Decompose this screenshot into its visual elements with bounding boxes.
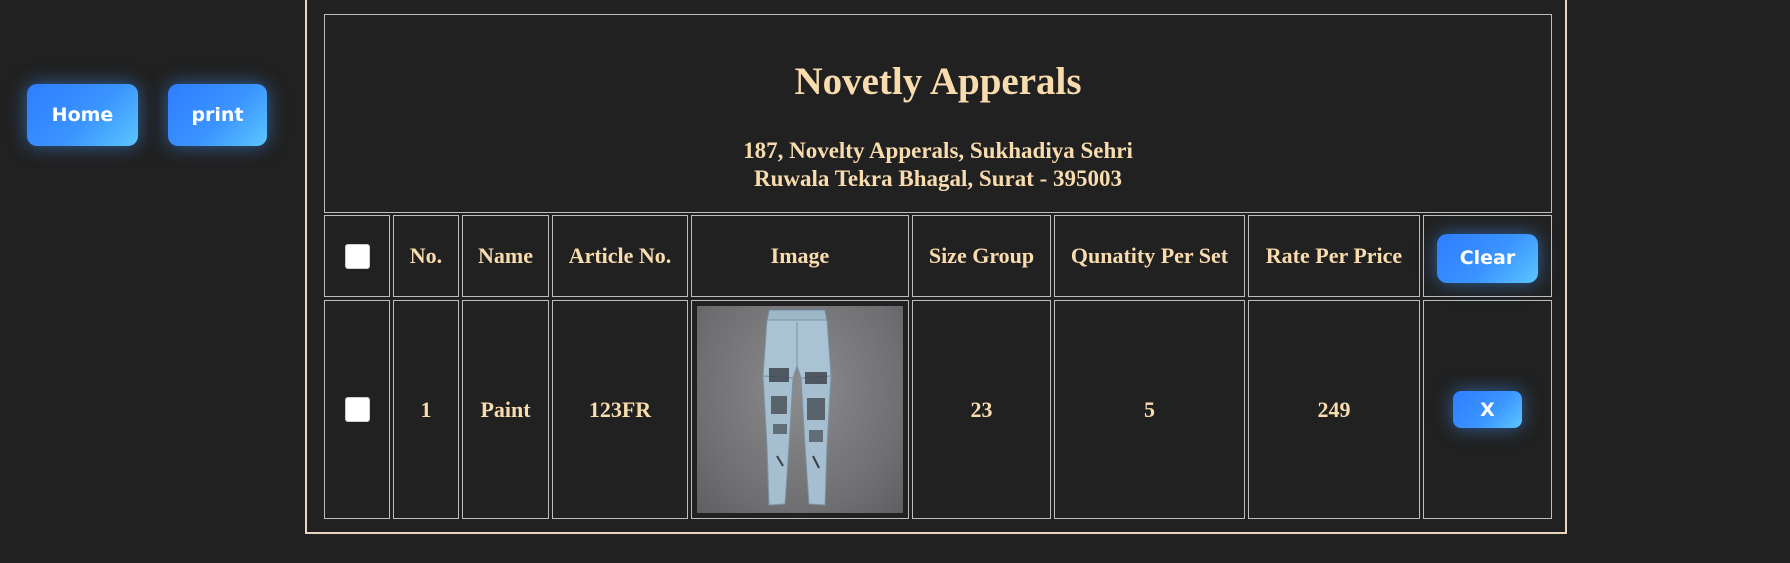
row-action-cell: X <box>1423 300 1552 519</box>
print-button[interactable]: print <box>168 84 267 146</box>
clear-button[interactable]: Clear <box>1437 233 1538 283</box>
company-name: Novetly Apperals <box>794 60 1082 103</box>
row-quantity-per-set: 5 <box>1054 300 1245 519</box>
select-all-checkbox[interactable] <box>344 243 370 269</box>
header-action-cell: Clear <box>1423 215 1552 297</box>
column-header-name: Name <box>462 215 549 297</box>
address-line-1: 187, Novelty Apperals, Sukhadiya Sehri <box>743 138 1133 163</box>
row-article-no: 123FR <box>552 300 688 519</box>
column-header-no: No. <box>393 215 459 297</box>
column-header-quantity-per-set: Qunatity Per Set <box>1054 215 1245 297</box>
remove-row-button[interactable]: X <box>1453 391 1522 428</box>
row-checkbox[interactable] <box>344 397 370 422</box>
row-size-group: 23 <box>912 300 1051 519</box>
row-select-cell <box>324 300 390 519</box>
column-header-article-no: Article No. <box>552 215 688 297</box>
row-no: 1 <box>393 300 459 519</box>
invoice-header: Novetly Apperals 187, Novelty Apperals, … <box>324 14 1552 213</box>
row-image-cell <box>691 300 909 519</box>
column-header-rate-per-price: Rate Per Price <box>1248 215 1420 297</box>
jeans-image <box>697 306 903 513</box>
column-header-image: Image <box>691 215 909 297</box>
header-select-cell <box>324 215 390 297</box>
row-rate-per-price: 249 <box>1248 300 1420 519</box>
address-line-2: Ruwala Tekra Bhagal, Surat - 395003 <box>753 166 1123 191</box>
home-button[interactable]: Home <box>27 84 138 146</box>
invoice-container: Novetly Apperals 187, Novelty Apperals, … <box>305 0 1567 534</box>
row-name: Paint <box>462 300 549 519</box>
column-header-size-group: Size Group <box>912 215 1051 297</box>
